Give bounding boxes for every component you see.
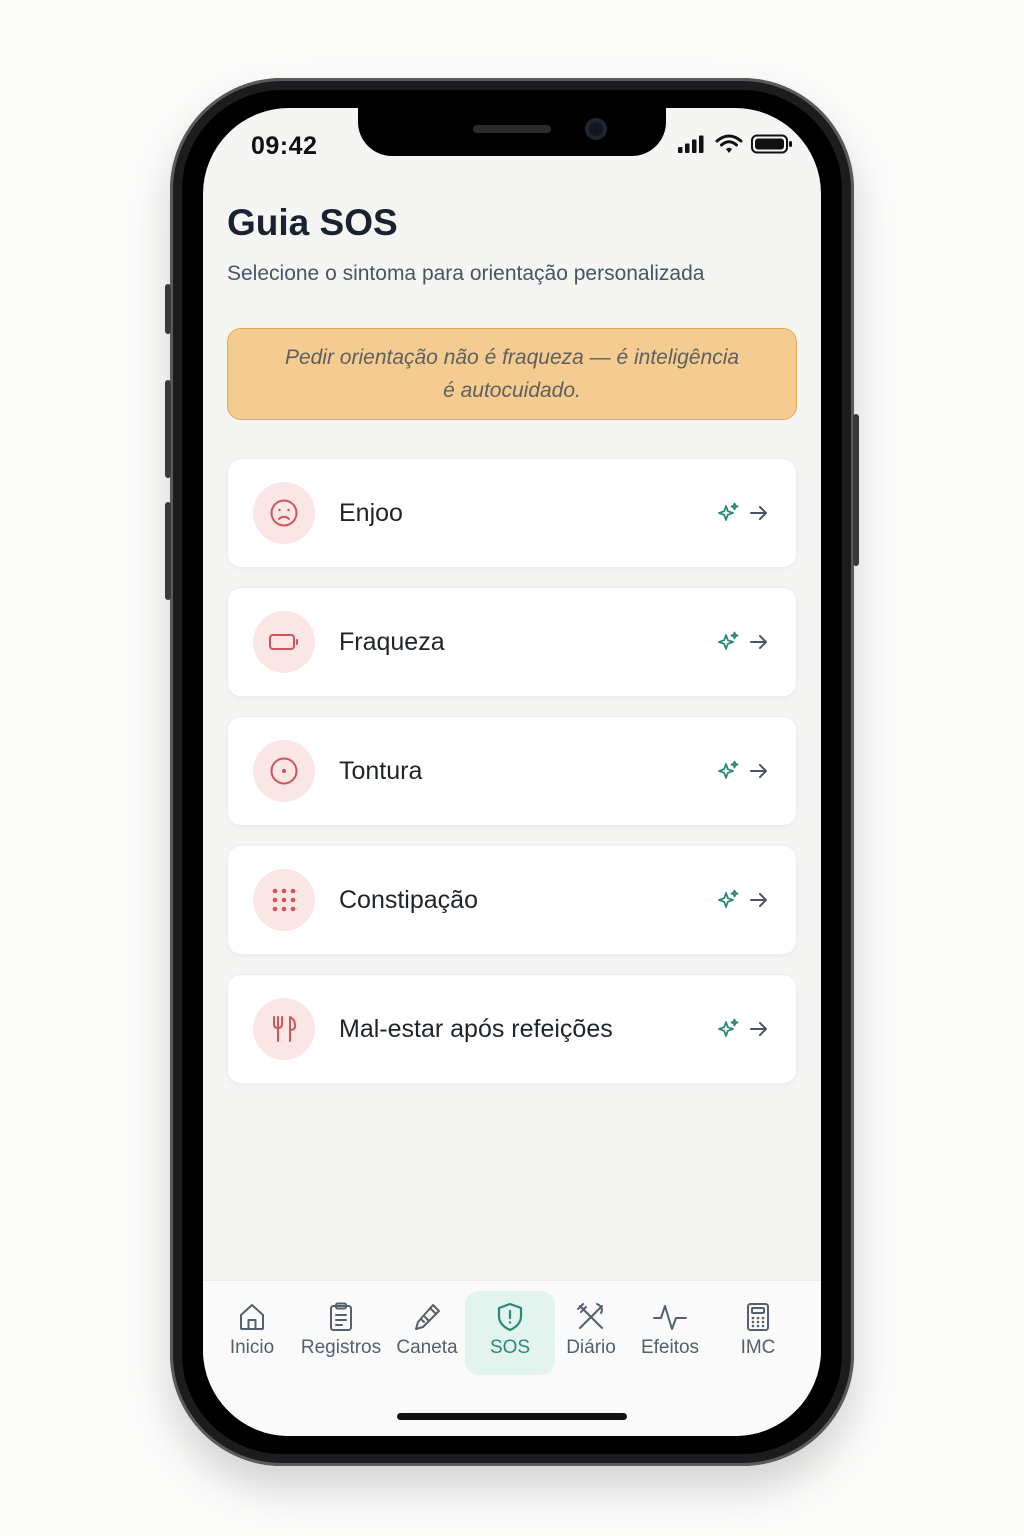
tab-diario[interactable]: Diário: [555, 1291, 627, 1375]
symptom-card-mal-estar[interactable]: Mal-estar após refeições: [227, 974, 797, 1084]
page-title: Guia SOS: [227, 202, 398, 243]
home-icon: [240, 1304, 264, 1330]
arrow-right-icon: [750, 1022, 767, 1036]
fork-knife-icon: [253, 998, 315, 1060]
target-circle-icon: [253, 740, 315, 802]
home-indicator[interactable]: [397, 1413, 627, 1420]
arrow-right-icon: [750, 635, 767, 649]
arrow-right-icon: [750, 506, 767, 520]
battery-icon: [751, 134, 792, 154]
symptom-card-tontura[interactable]: Tontura: [227, 716, 797, 826]
tab-label: Registros: [300, 1337, 382, 1358]
tab-label: Efeitos: [640, 1337, 700, 1358]
arrow-right-icon: [750, 893, 767, 907]
pen-icon: [415, 1304, 440, 1330]
dots-grid-icon: [253, 869, 315, 931]
wifi-icon: [715, 134, 743, 153]
symptom-card-enjoo[interactable]: Enjoo: [227, 458, 797, 568]
page-subtitle: Selecione o sintoma para orientação pers…: [227, 262, 705, 285]
tab-list: Inicio Registros Caneta SOS Diário Efeit…: [211, 1291, 803, 1375]
pulse-icon: [653, 1305, 687, 1330]
tab-efeitos[interactable]: Efeitos: [627, 1291, 713, 1375]
card-actions: [716, 759, 770, 783]
utensils-cross-icon: [577, 1303, 603, 1329]
symptom-list: Enjoo Fraqueza Tontura Constipação Mal-e…: [227, 458, 797, 1103]
tab-label: Inicio: [229, 1337, 275, 1358]
banner-text: Pedir orientação não é fraqueza — é inte…: [285, 341, 739, 407]
sparkles-icon: [718, 1018, 739, 1037]
sparkles-icon: [718, 889, 739, 908]
phone-frame: 09:42 Guia SOS Selecione o sintoma para …: [165, 78, 859, 1466]
card-actions: [716, 888, 770, 912]
calculator-icon: [747, 1303, 769, 1331]
sparkles-icon: [718, 631, 739, 650]
camera-icon: [585, 118, 607, 140]
tab-inicio[interactable]: Inicio: [211, 1291, 293, 1375]
tab-registros[interactable]: Registros: [293, 1291, 389, 1375]
symptom-label: Enjoo: [339, 498, 403, 527]
symptom-label: Tontura: [339, 756, 423, 785]
notch: [358, 108, 666, 156]
symptom-card-fraqueza[interactable]: Fraqueza: [227, 587, 797, 697]
low-battery-icon: [253, 611, 315, 673]
sparkles-icon: [718, 760, 739, 779]
card-actions: [716, 630, 770, 654]
symptom-label: Mal-estar após refeições: [339, 1014, 613, 1043]
banner-line-2: é autocuidado.: [443, 379, 581, 402]
card-actions: [716, 1017, 770, 1041]
tab-sos[interactable]: SOS: [465, 1291, 555, 1375]
speaker-grille: [473, 125, 551, 133]
tab-imc[interactable]: IMC: [713, 1291, 803, 1375]
volume-up-button: [165, 380, 171, 478]
clipboard-icon: [330, 1302, 352, 1331]
tab-caneta[interactable]: Caneta: [389, 1291, 465, 1375]
symptom-label: Constipação: [339, 885, 478, 914]
frown-face-icon: [253, 482, 315, 544]
mute-switch: [165, 284, 171, 334]
tab-label: Caneta: [396, 1337, 458, 1358]
banner-line-1: Pedir orientação não é fraqueza — é inte…: [284, 346, 740, 369]
symptom-card-constipacao[interactable]: Constipação: [227, 845, 797, 955]
symptom-label: Fraqueza: [339, 627, 445, 656]
arrow-right-icon: [750, 764, 767, 778]
screen: 09:42 Guia SOS Selecione o sintoma para …: [203, 108, 821, 1436]
volume-down-button: [165, 502, 171, 600]
tab-label: SOS: [489, 1337, 531, 1358]
signal-icon: [678, 135, 704, 153]
tab-label: Diário: [566, 1337, 616, 1358]
power-button: [853, 414, 859, 566]
status-time: 09:42: [251, 132, 318, 160]
status-icons: [677, 134, 793, 154]
sparkles-icon: [718, 502, 739, 521]
encouragement-banner: Pedir orientação não é fraqueza — é inte…: [227, 328, 797, 420]
shield-alert-icon: [497, 1302, 523, 1332]
tab-label: IMC: [740, 1337, 776, 1358]
card-actions: [716, 501, 770, 525]
bottom-tab-bar: Inicio Registros Caneta SOS Diário Efeit…: [203, 1280, 821, 1436]
